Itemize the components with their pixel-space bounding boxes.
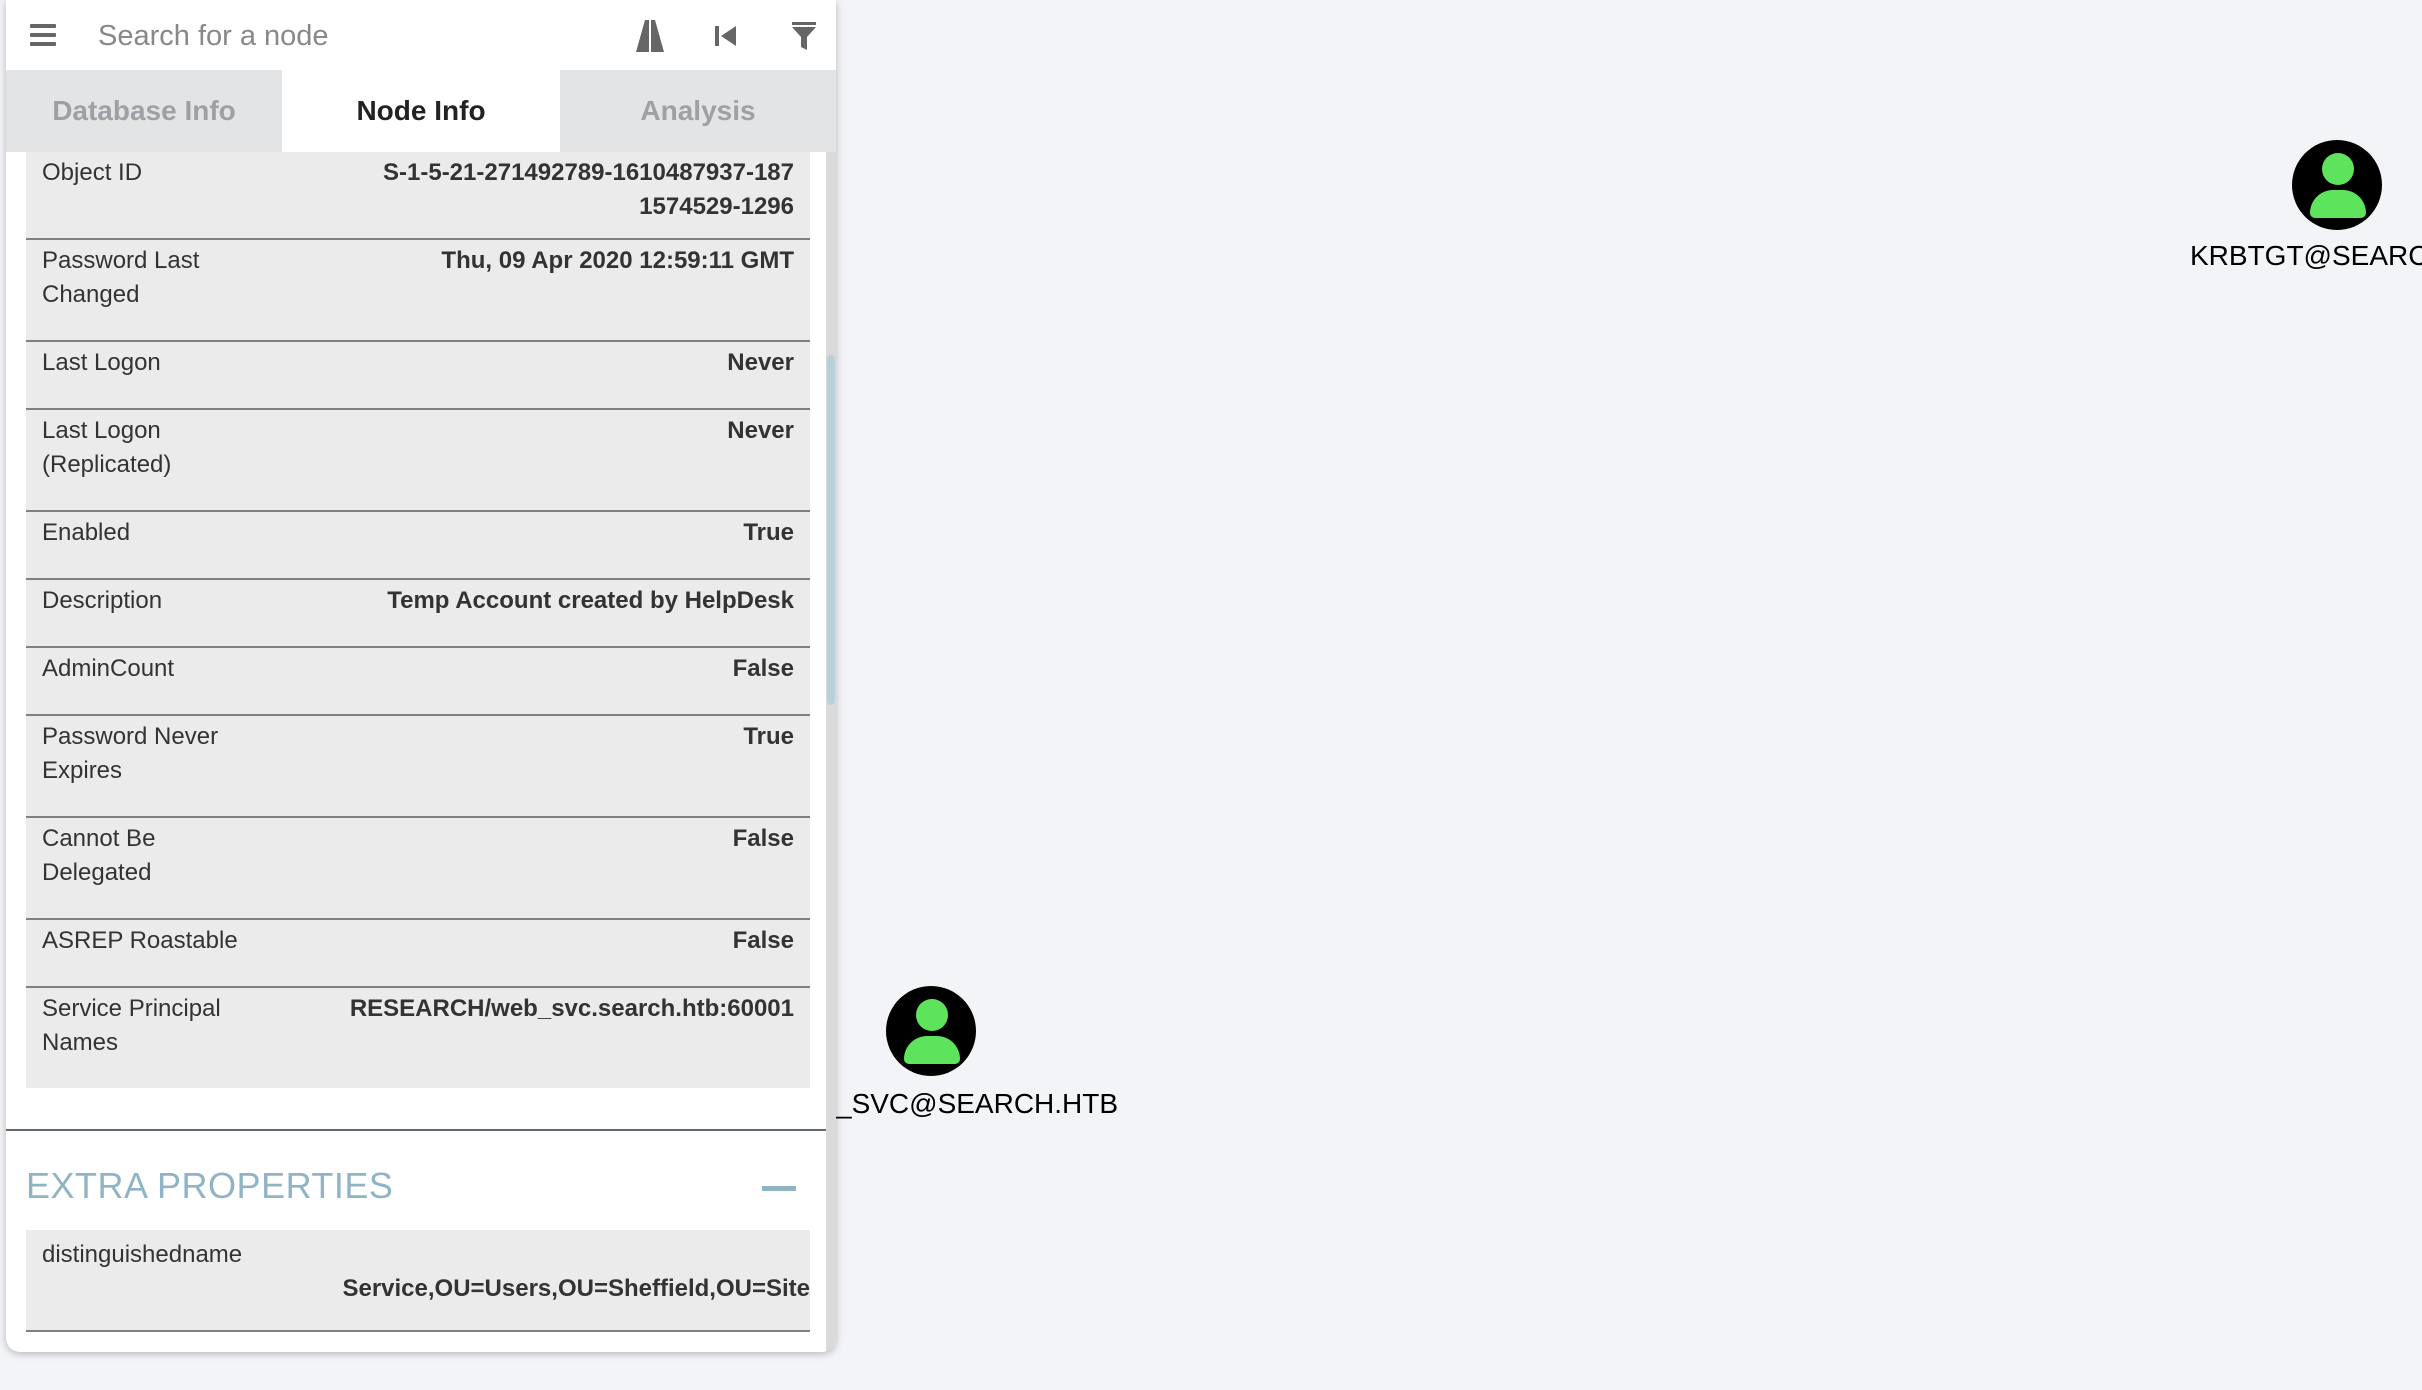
property-value: RESEARCH/web_svc.search.htb:60001	[349, 995, 794, 1022]
property-key: Password Never Expires	[42, 723, 219, 784]
property-value: Never	[727, 417, 794, 444]
tab-database-info[interactable]: Database Info	[6, 70, 282, 152]
collapse-icon[interactable]	[762, 1186, 796, 1191]
property-value: True	[743, 519, 794, 546]
search-bar	[6, 0, 836, 70]
property-value: S-1-5-21-271492789-1610487937-1871574529…	[383, 159, 794, 220]
property-value: Service,OU=Users,OU=Sheffield,OU=Site	[342, 1275, 810, 1302]
property-key: ASREP Roastable	[42, 927, 238, 954]
section-divider	[6, 1129, 826, 1131]
node-info-content: Object ID S-1-5-21-271492789-1610487937-…	[6, 152, 826, 1352]
property-key: Last Logon	[42, 349, 161, 376]
scrollbar[interactable]	[826, 152, 836, 1352]
table-row: Enabled True	[26, 512, 810, 580]
property-key: Last Logon (Replicated)	[42, 417, 172, 478]
property-value: False	[732, 655, 794, 682]
property-value: False	[732, 927, 794, 954]
pathfinding-icon[interactable]	[632, 18, 668, 54]
property-key: Cannot Be Delegated	[42, 825, 156, 886]
property-value: Never	[727, 349, 794, 376]
property-key: Service Principal Names	[42, 995, 221, 1056]
property-key: AdminCount	[42, 655, 175, 682]
property-key: Enabled	[42, 519, 131, 546]
property-key: Password Last Changed	[42, 247, 200, 308]
table-row: AdminCount False	[26, 648, 810, 716]
property-key: Description	[42, 587, 163, 614]
table-row: Description Temp Account created by Help…	[26, 580, 810, 648]
table-row: Cannot Be Delegated False	[26, 818, 810, 920]
filter-icon[interactable]	[786, 18, 822, 54]
side-panel: Database Info Node Info Analysis Object …	[6, 0, 836, 1352]
property-value: True	[743, 723, 794, 750]
tab-node-info[interactable]: Node Info	[282, 70, 560, 152]
user-icon	[2292, 140, 2382, 230]
property-value: Temp Account created by HelpDesk	[387, 587, 794, 614]
table-row: Service Principal Names RESEARCH/web_svc…	[26, 988, 810, 1088]
table-row: Password Last Changed Thu, 09 Apr 2020 1…	[26, 240, 810, 342]
tab-analysis[interactable]: Analysis	[560, 70, 836, 152]
property-key: distinguishedname	[42, 1241, 243, 1268]
node-label: _SVC@SEARCH.HTB	[836, 1088, 1119, 1119]
back-icon[interactable]	[708, 18, 744, 54]
table-row: ASREP Roastable False	[26, 920, 810, 988]
menu-icon[interactable]	[30, 24, 56, 46]
properties-table: Object ID S-1-5-21-271492789-1610487937-…	[26, 152, 810, 1088]
search-input[interactable]	[96, 14, 600, 58]
extra-properties-title[interactable]: EXTRA PROPERTIES	[26, 1165, 393, 1207]
node-label: KRBTGT@SEARCH	[2190, 240, 2422, 271]
table-row: Password Never Expires True	[26, 716, 810, 818]
user-icon	[886, 986, 976, 1076]
table-row: Last Logon Never	[26, 342, 810, 410]
table-row: Last Logon (Replicated) Never	[26, 410, 810, 512]
tab-bar: Database Info Node Info Analysis	[6, 70, 836, 152]
property-value: Thu, 09 Apr 2020 12:59:11 GMT	[441, 247, 794, 274]
property-value: False	[732, 825, 794, 852]
table-row: Object ID S-1-5-21-271492789-1610487937-…	[26, 152, 810, 240]
scrollbar-thumb[interactable]	[827, 355, 835, 705]
extra-properties-table: distinguishedname Service,OU=Users,OU=Sh…	[26, 1230, 810, 1332]
property-key: Object ID	[42, 159, 143, 186]
table-row: distinguishedname Service,OU=Users,OU=Sh…	[26, 1230, 810, 1332]
